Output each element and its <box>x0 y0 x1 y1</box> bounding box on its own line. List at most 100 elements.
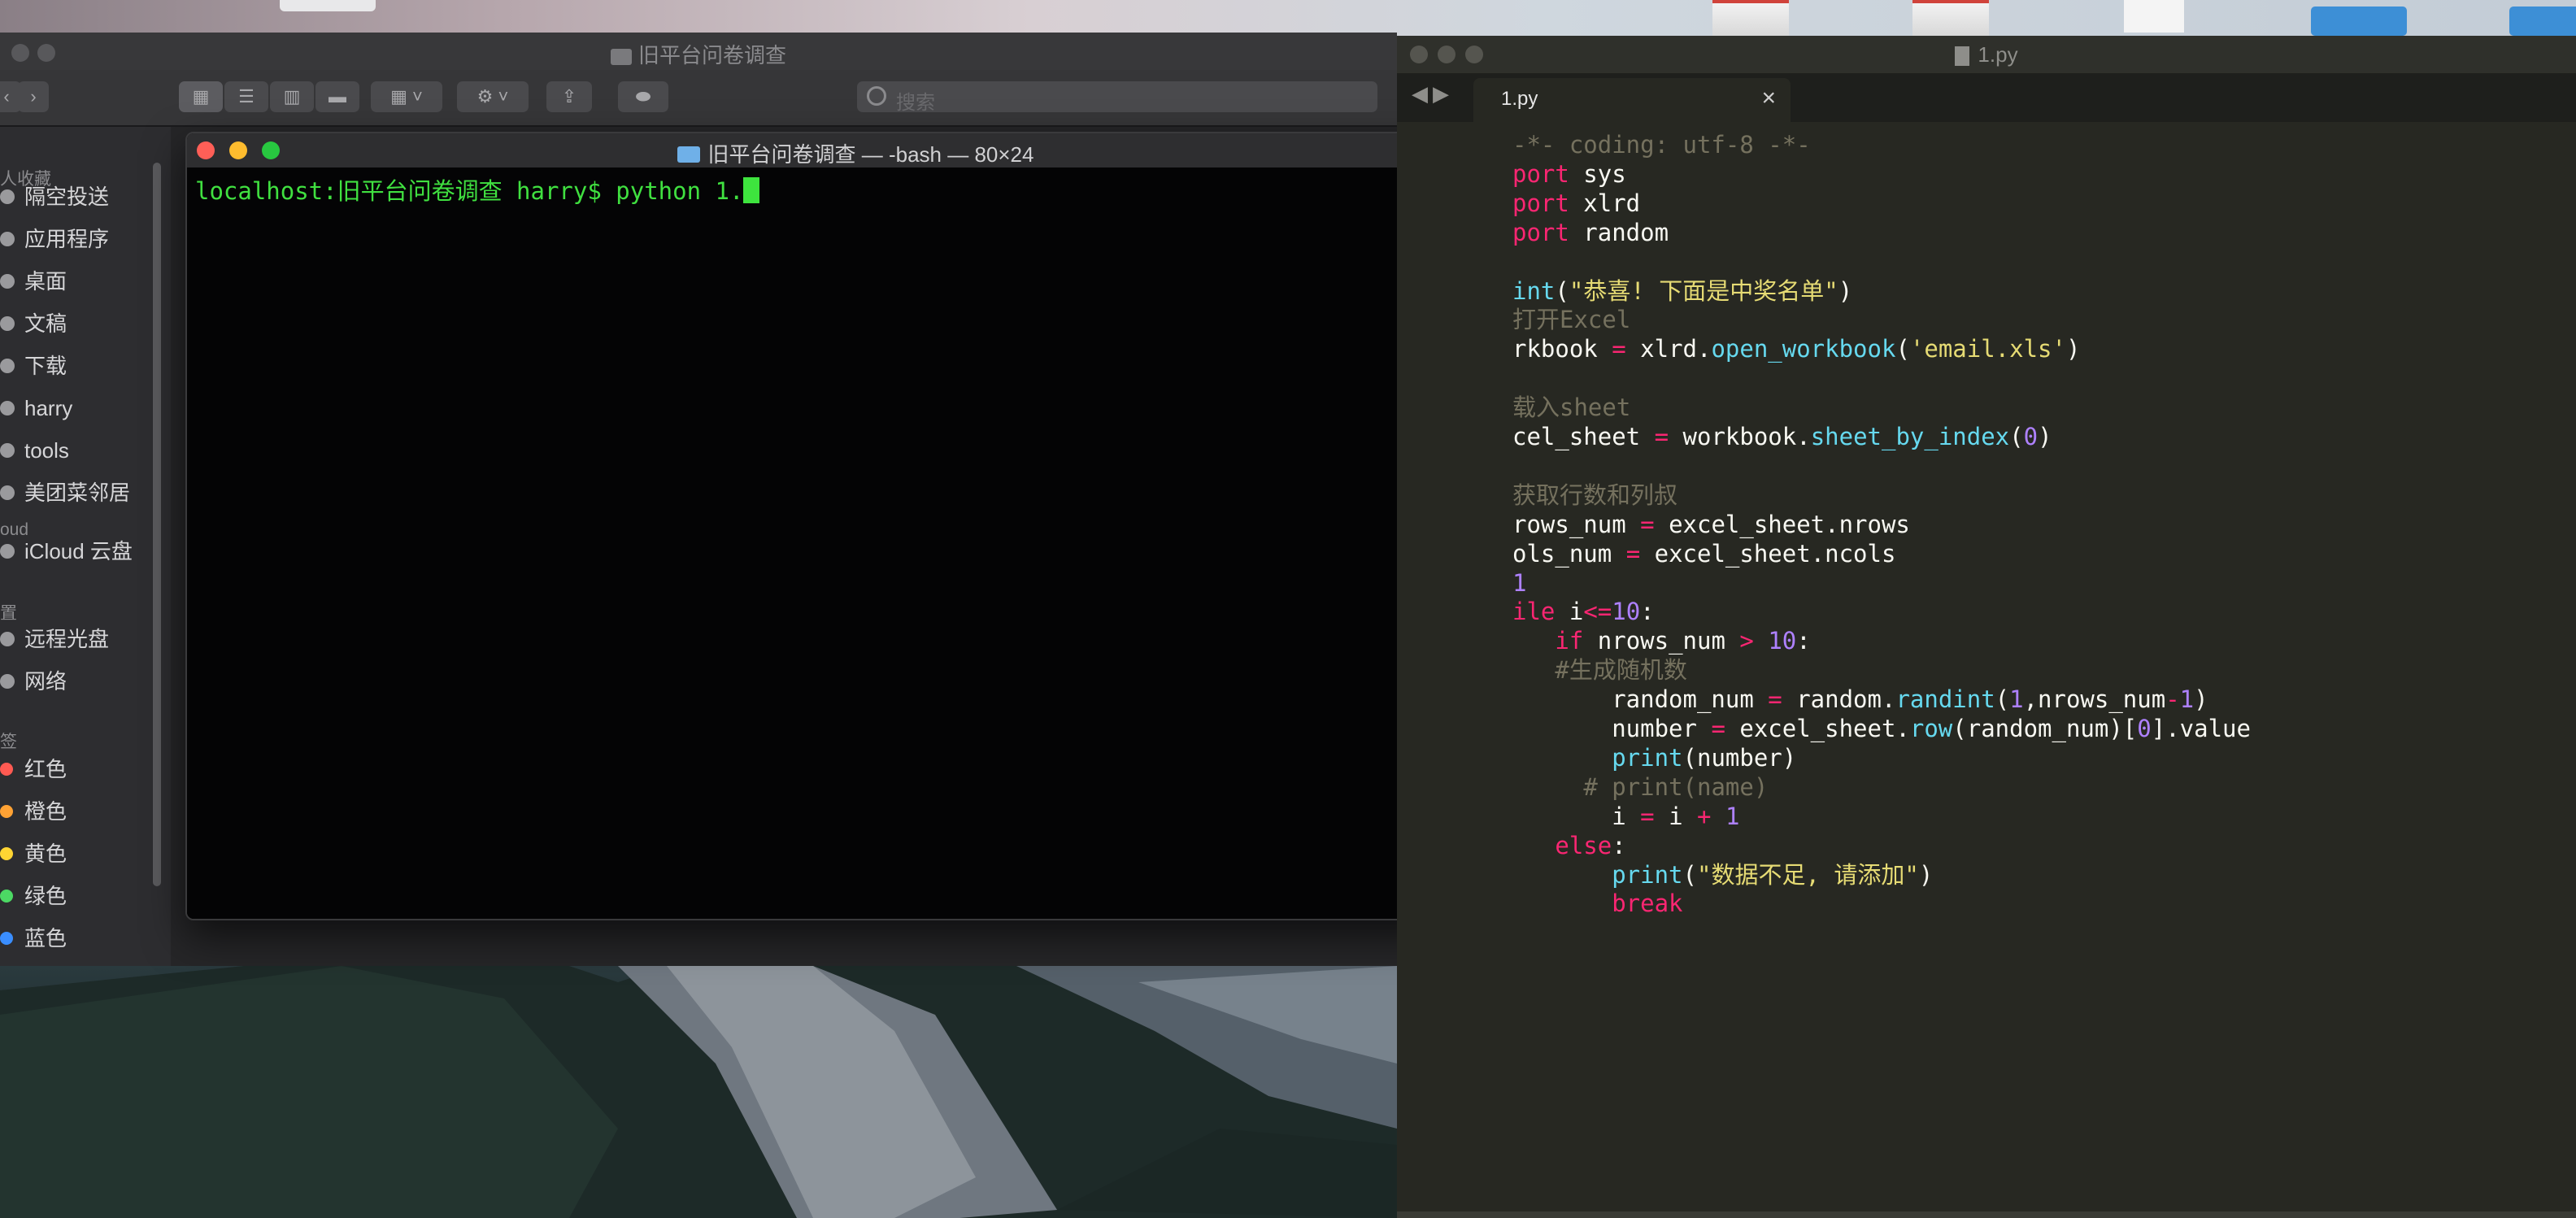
desktop-file-icon[interactable] <box>280 0 376 11</box>
tab-nav-arrows[interactable]: ◀▶ <box>1412 81 1454 107</box>
code-token: i <box>1512 802 1641 830</box>
code-token: random. <box>1782 685 1896 714</box>
sidebar-item-remote-disc[interactable]: 远程光盘 <box>0 623 109 655</box>
editor-horizontal-scrollbar[interactable] <box>1397 1211 2576 1218</box>
terminal-window[interactable]: 旧平台问卷调查 — -bash — 80×24 localhost:旧平台问卷调… <box>185 132 1525 920</box>
code-line[interactable]: print(number) <box>1512 743 1796 772</box>
sidebar-tag-yellow[interactable]: 黄色 <box>0 837 67 870</box>
sidebar-item-tools[interactable]: tools <box>0 434 69 467</box>
icon-view-button[interactable]: ▦ <box>179 81 223 112</box>
code-token: int <box>1512 276 1556 305</box>
sidebar-item-desktop[interactable]: 桌面 <box>0 265 67 298</box>
code-line[interactable]: ile i<=10: <box>1512 597 1655 626</box>
code-token: 1 <box>1725 802 1740 830</box>
code-line[interactable]: rkbook = xlrd.open_workbook('email.xls') <box>1512 334 2080 363</box>
applications-icon <box>0 232 15 247</box>
desktop-document-icon[interactable] <box>2124 0 2184 33</box>
code-line[interactable]: if nrows_num > 10: <box>1512 626 1810 655</box>
desktop-folder-icon[interactable] <box>2311 7 2407 36</box>
desktop-spreadsheet-icon[interactable] <box>1712 0 1789 36</box>
code-line[interactable]: number = excel_sheet.row(random_num)[0].… <box>1512 714 2251 743</box>
code-line[interactable]: else: <box>1512 831 1625 860</box>
tab-1py[interactable]: 1.py × <box>1473 78 1791 122</box>
editor-titlebar[interactable]: 1.py <box>1397 36 2576 73</box>
code-line[interactable]: break <box>1512 889 1682 918</box>
forward-button[interactable]: › <box>18 81 49 112</box>
code-line[interactable]: cel_sheet = workbook.sheet_by_index(0) <box>1512 422 2052 451</box>
code-token: ( <box>2009 423 2024 450</box>
tags-button[interactable]: ⬬ <box>618 81 668 112</box>
sidebar-item-downloads[interactable]: 下载 <box>0 350 67 382</box>
code-line[interactable]: ols_num = excel_sheet.ncols <box>1512 539 1895 568</box>
code-line[interactable]: print("数据不足, 请添加") <box>1512 860 1933 890</box>
code-editor[interactable]: -*- coding: utf-8 -*- port sys port xlrd po… <box>1397 122 2576 1211</box>
group-by-button[interactable]: ▦ ˅ <box>371 81 442 112</box>
code-token: (number) <box>1682 743 1797 772</box>
code-line[interactable]: port xlrd <box>1512 189 1640 218</box>
code-token: i <box>1654 802 1697 830</box>
code-line[interactable]: 1 <box>1512 568 1526 598</box>
desktop-spreadsheet-icon[interactable] <box>1912 0 1989 36</box>
code-line[interactable]: port sys <box>1512 159 1626 189</box>
sidebar-item-applications[interactable]: 应用程序 <box>0 223 109 255</box>
desktop-folder-icon[interactable] <box>2509 7 2576 36</box>
sidebar-item-meituan[interactable]: 美团菜邻居 <box>0 476 130 509</box>
code-line[interactable]: 打开Excel <box>1512 305 1630 334</box>
code-line[interactable]: 获取行数和列叔 <box>1512 481 1677 510</box>
column-view-button[interactable]: ▥ <box>270 81 314 112</box>
desktop-folder-icon <box>0 274 15 289</box>
code-token: rkbook <box>1512 335 1612 363</box>
code-line[interactable]: i = i + 1 <box>1512 802 1739 831</box>
code-token: + <box>1697 802 1712 830</box>
gallery-view-button[interactable]: ▬ <box>315 81 359 112</box>
search-icon <box>867 86 886 106</box>
sidebar-section-tags: 签 <box>0 733 17 751</box>
code-line[interactable]: random_num = random.randint(1,nrows_num-… <box>1512 685 2208 714</box>
finder-titlebar[interactable]: 旧平台问卷调查 <box>0 33 1397 71</box>
sidebar-item-icloud-drive[interactable]: iCloud 云盘 <box>0 535 133 568</box>
search-input[interactable]: 搜索 <box>857 81 1377 114</box>
editor-tab-bar: ◀▶ 1.py × <box>1397 73 2576 122</box>
terminal-prompt-line[interactable]: localhost:旧平台问卷调查 harry$ python 1. <box>195 172 760 207</box>
sidebar-item-network[interactable]: 网络 <box>0 665 67 698</box>
code-token: 载入sheet <box>1512 394 1631 422</box>
code-line[interactable]: -*- coding: utf-8 -*- <box>1512 130 1811 159</box>
list-view-button[interactable]: ☰ <box>224 81 268 112</box>
code-line[interactable]: int("恭喜! 下面是中奖名单") <box>1512 276 1852 306</box>
share-button[interactable]: ⇪ <box>546 81 592 112</box>
sidebar-item-home[interactable]: harry <box>0 392 72 424</box>
downloads-icon <box>0 359 15 374</box>
action-gear-button[interactable]: ⚙ ˅ <box>457 81 529 112</box>
sidebar-tag-orange[interactable]: 橙色 <box>0 795 67 828</box>
terminal-title: 旧平台问卷调查 — -bash — 80×24 <box>187 138 1524 168</box>
code-line[interactable]: rows_num = excel_sheet.nrows <box>1512 510 1910 539</box>
sidebar-tag-red[interactable]: 红色 <box>0 753 67 785</box>
red-tag-dot-icon <box>0 763 13 776</box>
code-token: port <box>1512 159 1569 188</box>
file-icon <box>1955 46 1970 67</box>
terminal-titlebar[interactable]: 旧平台问卷调查 — -bash — 80×24 <box>187 133 1524 168</box>
sidebar-tag-green[interactable]: 绿色 <box>0 880 67 912</box>
code-line[interactable]: 载入sheet <box>1512 393 1630 422</box>
sidebar-tag-blue[interactable]: 蓝色 <box>0 922 67 955</box>
terminal-output[interactable]: localhost:旧平台问卷调查 harry$ python 1. <box>187 167 1501 919</box>
blue-tag-dot-icon <box>0 932 13 946</box>
code-line[interactable]: port random <box>1512 218 1669 247</box>
code-token: 1 <box>1512 568 1527 597</box>
network-icon <box>0 674 15 689</box>
gear-icon: ⚙ ˅ <box>476 86 509 107</box>
finder-toolbar: ‹ › ▦ ☰ ▥ ▬ ▦ ˅ ⚙ ˅ ⇪ ⬬ 搜索 <box>0 70 1397 127</box>
code-token: cel_sheet <box>1512 423 1655 450</box>
code-token: = <box>1612 335 1626 363</box>
sidebar-item-airdrop[interactable]: 隔空投送 <box>0 181 109 213</box>
sidebar-scrollbar[interactable] <box>153 163 161 886</box>
code-line[interactable]: # print(name) <box>1512 772 1768 802</box>
sidebar-item-documents[interactable]: 文稿 <box>0 307 67 340</box>
code-token: (random_num)[ <box>1952 715 2138 742</box>
code-token: = <box>1625 539 1641 568</box>
close-icon[interactable]: × <box>1761 85 1776 112</box>
code-line[interactable]: #生成随机数 <box>1512 655 1686 685</box>
